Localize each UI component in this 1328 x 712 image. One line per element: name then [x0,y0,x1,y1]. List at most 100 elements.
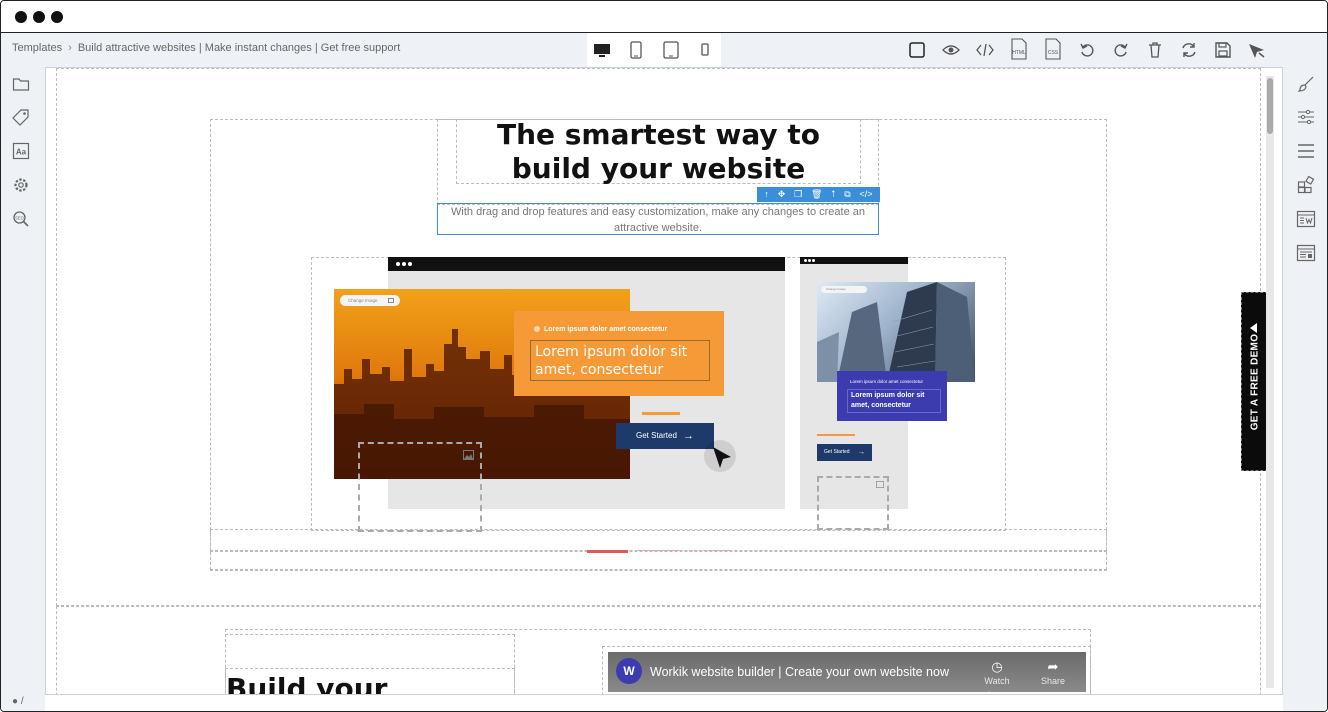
slider-dot[interactable] [587,550,628,553]
move-up-icon[interactable]: ↑ [764,187,769,202]
hero-card-kicker-text: Lorem ipsum dolor amet consectetur [544,326,668,333]
editor-toolbar: Templates › Build attractive websites | Ma… [1,33,1327,67]
buildings-image[interactable]: Change Image [817,282,975,382]
watch-later-button[interactable]: ◷ Watch later [975,659,1019,693]
duplicate-icon[interactable]: ❐ [794,187,802,202]
editor-canvas[interactable]: The smartest way to build your website ↑… [45,67,1283,695]
image-placeholder[interactable] [817,476,889,530]
breadcrumb-current: Build attractive websites | Make instant… [77,42,401,54]
trash-icon[interactable] [1144,39,1166,61]
free-demo-tab[interactable]: GET A FREE DEMO [1241,292,1268,471]
widget-icon[interactable] [1295,208,1317,230]
sliders-icon[interactable] [1295,106,1317,128]
tag-icon[interactable] [10,106,32,128]
layout-icon[interactable] [1295,242,1317,264]
mobile-icon[interactable] [694,39,716,61]
menu-icon[interactable] [1295,140,1317,162]
tablet-icon[interactable] [660,39,682,61]
mobile-card-kicker: Lorem ipsum dolor amet consectetur [850,379,924,384]
change-image-label: Change Image [348,298,378,303]
window-dot-icon[interactable] [15,11,27,23]
text-style-icon[interactable]: Aa [10,140,32,162]
accent-line [642,412,680,415]
seo-icon-label: SEO [15,215,25,220]
video-embed[interactable]: W Workik website builder | Create your o… [608,652,1086,692]
window-titlebar [1,1,1327,33]
blocks-icon[interactable] [1295,174,1317,196]
brush-icon[interactable] [1295,73,1317,95]
save-icon[interactable] [1212,39,1234,61]
section2-heading[interactable]: Build your [226,672,388,694]
row-outline [210,551,1107,571]
status-bar: ● / [12,696,24,707]
mockup-dot-icon [408,262,412,266]
drag-icon[interactable]: ✥ [778,187,786,202]
browser-window: Templates › Build attractive websites | Ma… [0,0,1328,712]
publish-icon[interactable] [1246,39,1268,61]
code-icon[interactable] [974,39,996,61]
share-button[interactable]: ➦ Share [1031,660,1075,688]
link-icon[interactable]: ⧉ [844,187,850,202]
image-icon [388,298,394,303]
breadcrumb-root-link[interactable]: Templates [12,42,62,54]
desktop-icon[interactable] [591,39,613,61]
image-placeholder[interactable] [358,442,482,532]
select-box-icon[interactable] [906,39,928,61]
share-label: Share [1040,676,1066,686]
mockup-dot-icon [812,259,815,262]
image-icon [876,481,884,488]
breadcrumb-separator: › [68,42,72,54]
change-image-button[interactable]: Change Image [340,295,400,306]
mockup-mobile-titlebar [800,257,908,264]
arrow-right-icon: → [683,430,694,442]
globe-icon: ● [12,696,19,707]
select-parent-icon[interactable]: ⭡ [831,187,835,202]
device-switcher [587,33,721,67]
get-started-label: Get Started [636,431,677,440]
accent-line [817,434,855,436]
free-demo-label: GET A FREE DEMO [1249,333,1260,430]
hero-subtext[interactable]: With drag and drop features and easy cus… [437,203,879,235]
edit-code-icon[interactable]: </> [860,187,873,202]
change-image-label: Change Image [826,287,846,291]
undo-icon[interactable] [1076,39,1098,61]
mockup-dot-icon [808,259,811,262]
left-sidebar: Aa SEO [1,67,45,711]
css-icon[interactable]: CSS [1042,38,1064,60]
gear-icon[interactable] [10,174,32,196]
svg-text:Aa: Aa [16,148,27,157]
mockup-dot-icon [396,262,400,266]
watch-later-label: Watch later [984,676,1010,692]
channel-avatar[interactable]: W [616,658,642,684]
css-icon-label: CSS [1048,50,1059,56]
tablet-portrait-icon[interactable] [625,39,647,61]
mobile-card: Lorem ipsum dolor amet consectetur Lorem… [837,371,947,421]
breadcrumb: Templates › Build attractive websites | Ma… [12,42,400,54]
slider-dot[interactable] [638,550,679,551]
selection-toolbar: ↑ ✥ ❐ 🗑 ⭡ ⧉ </> [757,187,880,202]
scrollbar-track[interactable] [1266,76,1274,688]
change-image-button[interactable]: Change Image [821,286,867,293]
seo-search-icon[interactable]: SEO [10,208,32,230]
html-icon[interactable]: HTML [1008,38,1030,60]
slider-dot[interactable] [689,550,730,551]
scrollbar-thumb[interactable] [1267,78,1273,134]
get-started-button[interactable]: Get Started → [616,423,714,449]
window-dot-icon[interactable] [33,11,45,23]
right-sidebar [1283,67,1327,711]
folder-icon[interactable] [10,73,32,95]
get-started-button[interactable]: Get Started → [817,444,872,461]
mobile-card-title[interactable]: Lorem ipsum dolor sit amet, consectetur [847,389,941,413]
redo-icon[interactable] [1110,39,1132,61]
hero-headline[interactable]: The smartest way to build your website [456,118,861,186]
hero-card-title[interactable]: Lorem ipsum dolor sit amet, consectetur [530,340,710,381]
clock-icon: ◷ [991,659,1003,674]
html-icon-label: HTML [1012,50,1026,56]
delete-icon[interactable]: 🗑 [811,187,822,202]
window-dot-icon[interactable] [51,11,63,23]
arrow-right-icon: → [858,449,865,456]
refresh-icon[interactable] [1178,39,1200,61]
video-title[interactable]: Workik website builder | Create your own… [650,665,949,679]
hero-card: Lorem ipsum dolor amet consectetur Lorem… [514,311,724,396]
preview-eye-icon[interactable] [940,39,962,61]
